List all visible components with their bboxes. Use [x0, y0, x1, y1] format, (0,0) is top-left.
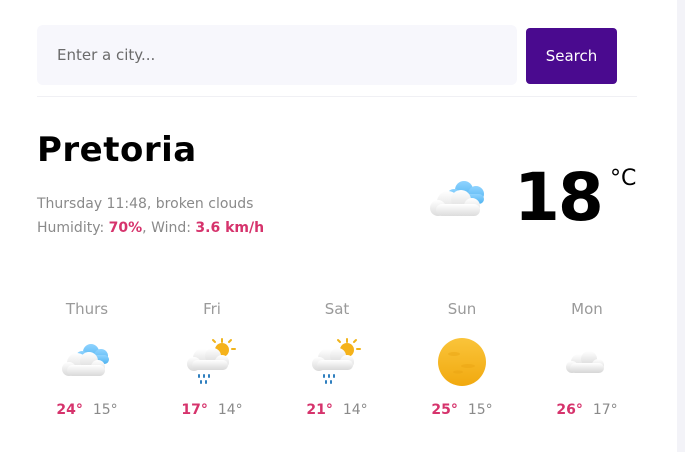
temperature-unit-toggle[interactable]: °C: [610, 166, 636, 191]
forecast-day-name: Sun: [447, 300, 477, 318]
forecast-row: Thurs 24° 15° Fri 17° 14° Sat 21° 14° Su…: [0, 298, 685, 438]
separator: ,: [142, 220, 152, 236]
forecast-day: Thurs 24° 15°: [37, 298, 137, 418]
city-name: Pretoria: [37, 130, 197, 170]
forecast-day: Sat 21° 14°: [287, 298, 387, 418]
forecast-min-temp: 14°: [342, 402, 368, 418]
broken-clouds-icon: [430, 181, 484, 216]
forecast-day: Fri 17° 14°: [162, 298, 262, 418]
current-temperature: 18: [514, 159, 604, 236]
wind-label: Wind:: [151, 220, 196, 236]
forecast-max-temp: 24°: [56, 402, 83, 418]
cloud-icon: [566, 351, 604, 373]
forecast-max-temp: 25°: [431, 402, 458, 418]
forecast-min-temp: 15°: [92, 402, 118, 418]
rain-sun-cloud-icon: [312, 338, 361, 384]
forecast-min-temp: 15°: [467, 402, 493, 418]
forecast-day-name: Mon: [571, 300, 603, 318]
forecast-max-temp: 17°: [181, 402, 208, 418]
forecast-max-temp: 26°: [556, 402, 583, 418]
forecast-day: Mon 26° 17°: [537, 298, 637, 418]
forecast-day-name: Sat: [324, 300, 350, 318]
search-button[interactable]: Search: [526, 28, 617, 84]
rain-sun-cloud-icon: [187, 338, 236, 384]
forecast-max-temp: 21°: [306, 402, 333, 418]
humidity-label: Humidity:: [37, 220, 109, 236]
sun-icon: [438, 338, 486, 386]
wind-value: 3.6 km/h: [195, 220, 265, 236]
humidity-value: 70%: [108, 220, 143, 236]
humidity-wind-line: Humidity: 70%, Wind: 3.6 km/h: [37, 220, 264, 236]
forecast-day-name: Thurs: [65, 300, 109, 318]
forecast-min-temp: 14°: [217, 402, 243, 418]
forecast-day: Sun 25° 15°: [412, 298, 512, 418]
divider: [37, 96, 637, 97]
datetime-description: Thursday 11:48, broken clouds: [37, 196, 254, 212]
forecast-min-temp: 17°: [592, 402, 618, 418]
broken-clouds-icon: [62, 344, 109, 376]
forecast-day-name: Fri: [203, 300, 221, 318]
city-search-input[interactable]: [37, 25, 517, 85]
